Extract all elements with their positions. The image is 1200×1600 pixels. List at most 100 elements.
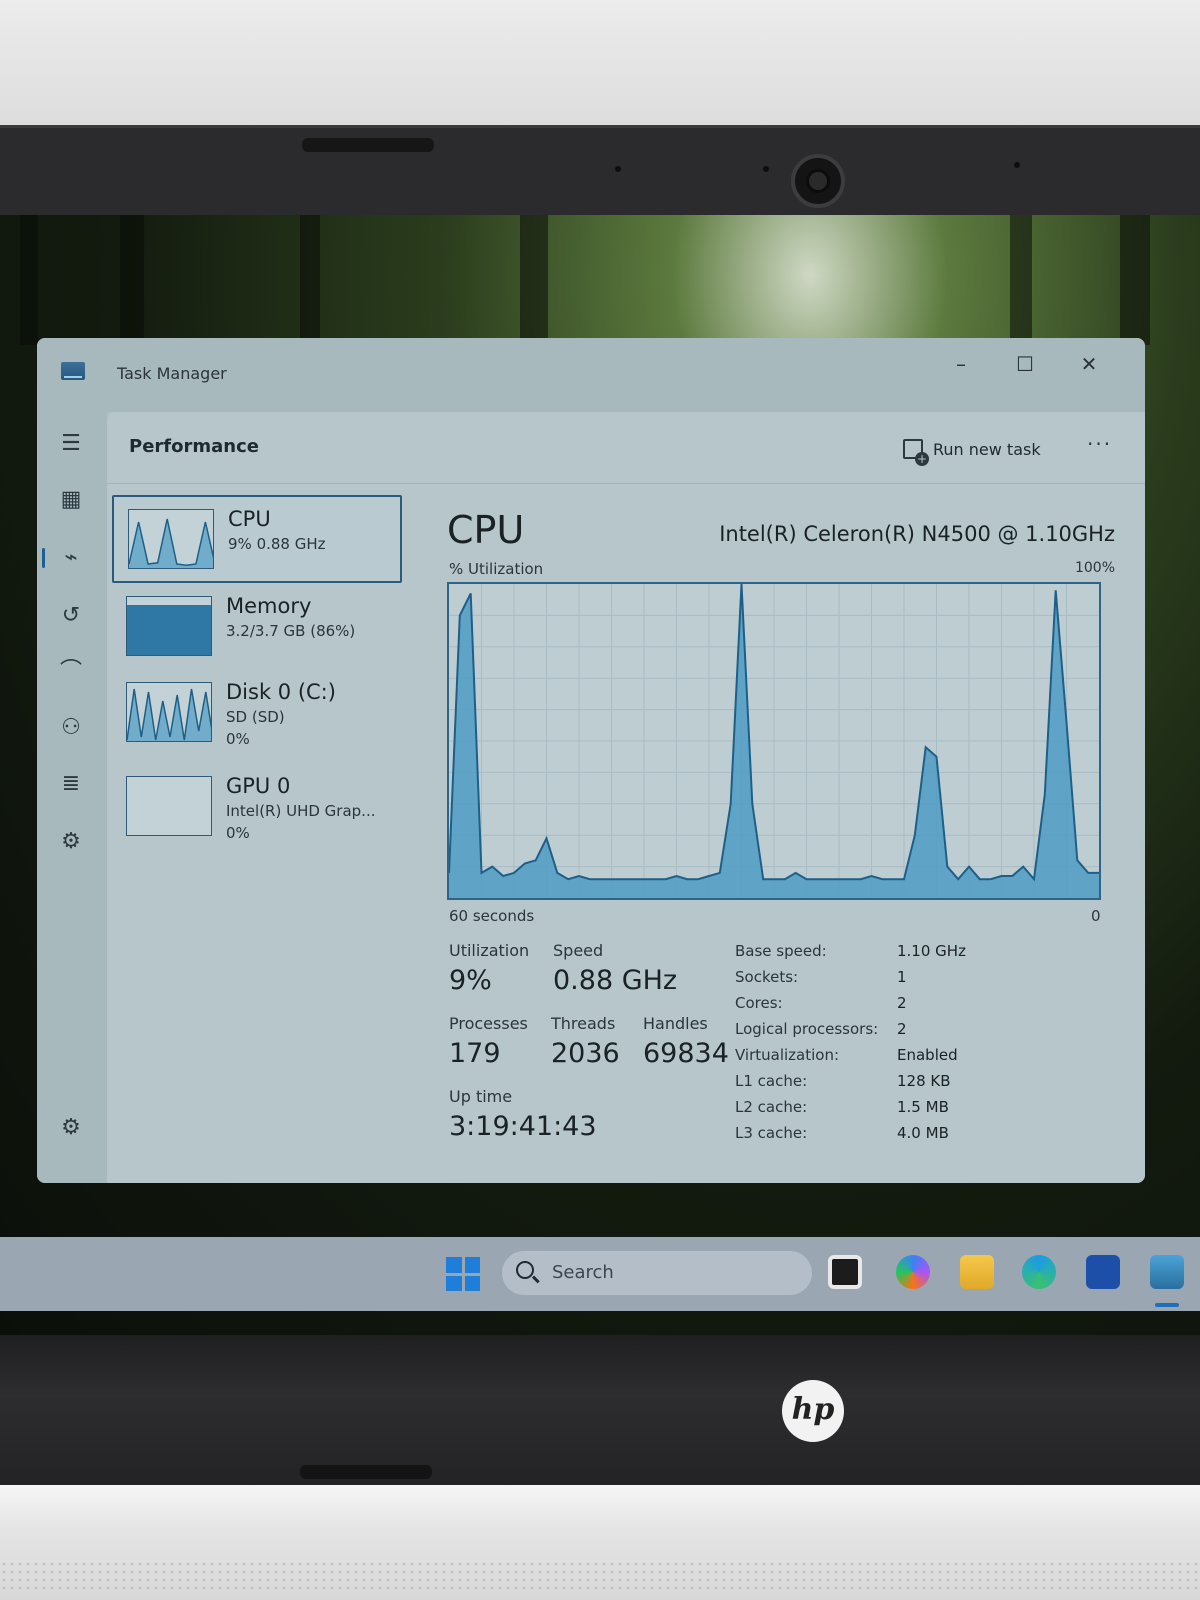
spec-key: Virtualization: — [735, 1046, 840, 1064]
uptime-label: Up time — [449, 1087, 513, 1106]
screen: Task Manager – ☐ ✕ ☰ ▦ ⌁ ↺ ⌒ ⚇ ≣ ⚙ ⚙ Per… — [0, 215, 1200, 1335]
laptop-top-bezel — [0, 125, 1200, 215]
spec-key: Sockets: — [735, 968, 799, 986]
laptop-base — [0, 1485, 1200, 1600]
gpu-thumbnail-graph — [126, 776, 212, 836]
task-manager-taskbar-icon[interactable] — [1150, 1255, 1184, 1289]
startup-apps-icon[interactable]: ⌒ — [51, 652, 91, 692]
resource-item-gpu[interactable]: GPU 0 Intel(R) UHD Grap... 0% — [112, 764, 402, 852]
wallpaper-trunk — [120, 215, 144, 345]
file-explorer-icon[interactable] — [960, 1255, 994, 1289]
resource-item-disk[interactable]: Disk 0 (C:) SD (SD) 0% — [112, 670, 402, 758]
bezel-sensor — [763, 166, 769, 172]
resource-name: Disk 0 (C:) — [226, 680, 336, 704]
speed-value: 0.88 GHz — [553, 965, 678, 996]
microsoft-store-icon[interactable] — [1086, 1255, 1120, 1289]
time-axis-zero: 0 — [1091, 907, 1101, 925]
handles-value: 69834 — [643, 1038, 729, 1069]
background-wall — [0, 0, 1200, 135]
title-bar[interactable]: Task Manager – ☐ ✕ — [37, 338, 1145, 412]
utilization-label: Utilization — [449, 941, 530, 960]
resource-name: Memory — [226, 594, 312, 618]
window-title: Task Manager — [117, 364, 227, 383]
wallpaper-trunk — [1120, 215, 1150, 345]
memory-thumbnail-graph — [126, 596, 212, 656]
details-icon[interactable]: ≣ — [51, 764, 91, 804]
spec-key: Logical processors: — [735, 1020, 879, 1038]
spec-key: L1 cache: — [735, 1072, 808, 1090]
speed-label: Speed — [553, 941, 604, 960]
wallpaper-trunk — [520, 215, 548, 345]
processes-label: Processes — [449, 1014, 528, 1033]
task-view-icon[interactable] — [828, 1255, 862, 1289]
resource-detail: 3.2/3.7 GB (86%) — [226, 622, 356, 640]
spec-value: 1 — [897, 968, 907, 986]
settings-gear-icon[interactable]: ⚙ — [51, 1108, 91, 1148]
services-icon[interactable]: ⚙ — [51, 822, 91, 862]
hinge-slot — [300, 1465, 432, 1479]
performance-icon[interactable]: ⌁ — [42, 538, 91, 578]
spec-value: Enabled — [897, 1046, 958, 1064]
resource-item-memory[interactable]: Memory 3.2/3.7 GB (86%) — [112, 584, 402, 672]
resource-item-cpu[interactable]: CPU 9% 0.88 GHz — [112, 495, 402, 583]
utilization-axis-label: % Utilization — [449, 560, 544, 578]
handles-label: Handles — [643, 1014, 708, 1033]
copilot-icon[interactable] — [896, 1255, 930, 1289]
run-new-task-label: Run new task — [933, 439, 1041, 459]
run-task-icon — [903, 439, 929, 466]
processes-icon[interactable]: ▦ — [51, 480, 91, 520]
hamburger-menu-icon[interactable]: ☰ — [51, 424, 91, 464]
spec-key: Base speed: — [735, 942, 827, 960]
cpu-thumbnail-graph — [128, 509, 214, 569]
close-button[interactable]: ✕ — [1061, 346, 1117, 382]
users-icon[interactable]: ⚇ — [51, 708, 91, 748]
cpu-utilization-graph — [447, 582, 1101, 900]
webcam — [791, 154, 845, 208]
resource-percent: 0% — [226, 730, 250, 748]
threads-value: 2036 — [551, 1038, 620, 1069]
run-new-task-button[interactable]: Run new task — [897, 432, 1047, 466]
maximize-button[interactable]: ☐ — [997, 346, 1053, 382]
memory-fill — [127, 605, 211, 655]
spec-key: L3 cache: — [735, 1124, 808, 1142]
spec-value: 2 — [897, 1020, 907, 1038]
resource-detail: SD (SD) — [226, 708, 285, 726]
cpu-thumb-area — [129, 519, 213, 568]
page-title: Performance — [129, 436, 259, 457]
cpu-model: Intel(R) Celeron(R) N4500 @ 1.10GHz — [719, 522, 1115, 546]
cpu-heading: CPU — [447, 508, 525, 552]
laptop-bottom-bezel: hp — [0, 1335, 1200, 1485]
cpu-thumb-svg — [129, 518, 213, 568]
minimize-button[interactable]: – — [933, 346, 989, 382]
spec-value: 1.5 MB — [897, 1098, 949, 1116]
max-axis-label: 100% — [1074, 560, 1115, 576]
bezel-slot — [302, 138, 434, 152]
wallpaper-trunk — [1010, 215, 1032, 345]
search-placeholder: Search — [552, 1262, 614, 1283]
page-header: Performance Run new task ··· — [107, 412, 1145, 484]
app-history-icon[interactable]: ↺ — [51, 596, 91, 636]
resource-name: CPU — [228, 507, 271, 531]
windows-start-icon[interactable] — [446, 1257, 480, 1291]
content-area: Performance Run new task ··· CPU 9% 0.88… — [107, 412, 1145, 1183]
spec-value: 4.0 MB — [897, 1124, 949, 1142]
search-icon — [516, 1261, 534, 1279]
utilization-value: 9% — [449, 965, 492, 996]
more-options-icon[interactable]: ··· — [1087, 432, 1112, 456]
disk-thumbnail-graph — [126, 682, 212, 742]
task-manager-app-icon — [61, 362, 85, 380]
nav-sidebar: ☰ ▦ ⌁ ↺ ⌒ ⚇ ≣ ⚙ ⚙ — [37, 412, 107, 1183]
spec-value: 128 KB — [897, 1072, 951, 1090]
processes-value: 179 — [449, 1038, 501, 1069]
task-manager-window: Task Manager – ☐ ✕ ☰ ▦ ⌁ ↺ ⌒ ⚇ ≣ ⚙ ⚙ Per… — [37, 338, 1145, 1183]
taskbar-search-box[interactable]: Search — [502, 1251, 812, 1295]
spec-value: 2 — [897, 994, 907, 1012]
resource-percent: 0% — [226, 824, 250, 842]
bezel-sensor — [615, 166, 621, 172]
hp-logo: hp — [782, 1380, 844, 1442]
spec-key: L2 cache: — [735, 1098, 808, 1116]
uptime-value: 3:19:41:43 — [449, 1111, 597, 1142]
edge-browser-icon[interactable] — [1022, 1255, 1056, 1289]
time-axis-label: 60 seconds — [449, 907, 535, 925]
resource-detail: Intel(R) UHD Grap... — [226, 802, 376, 820]
